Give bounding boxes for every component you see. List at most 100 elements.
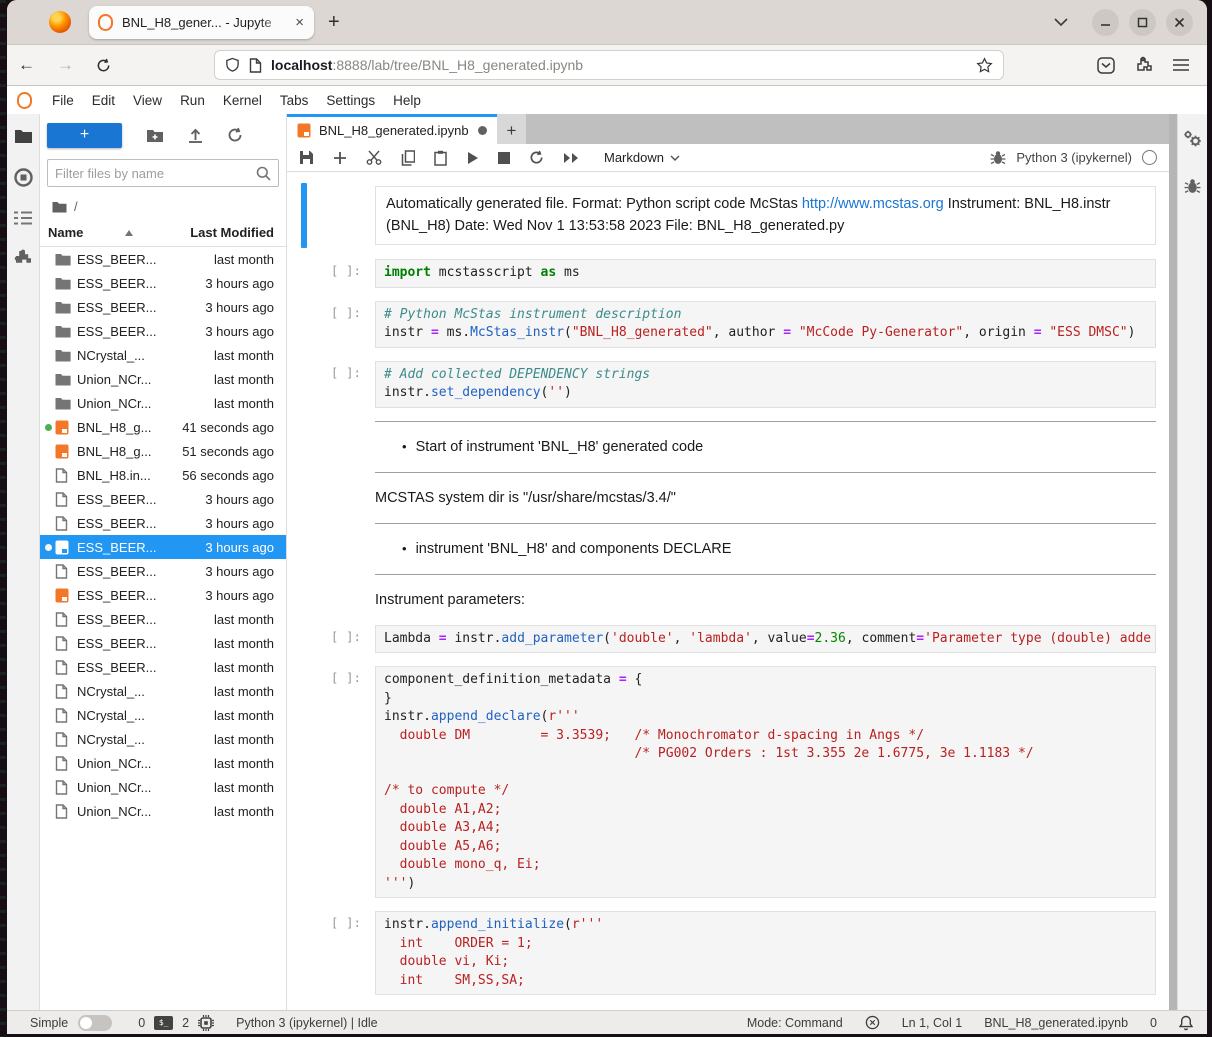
simple-mode-toggle[interactable] [78,1015,112,1031]
filter-files-box[interactable] [47,159,279,187]
mcstas-link[interactable]: http://www.mcstas.org [802,196,944,212]
file-row[interactable]: ESS_BEER...3 hours ago [40,319,286,343]
menu-settings[interactable]: Settings [317,89,384,112]
url-bar[interactable]: localhost:8888/lab/tree/BNL_H8_generated… [214,50,1004,80]
menu-file[interactable]: File [43,89,83,112]
kernel-status-icon[interactable] [1142,150,1157,165]
code-input-area[interactable]: component_definition_metadata = { } inst… [375,666,1156,898]
run-icon[interactable] [466,151,479,165]
file-row[interactable]: NCrystal_...last month [40,727,286,751]
file-row[interactable]: ESS_BEER...3 hours ago [40,487,286,511]
markdown-rendered[interactable]: MCSTAS system dir is "/usr/share/mcstas/… [375,473,1156,523]
table-of-contents-icon[interactable] [14,211,32,225]
file-row[interactable]: ESS_BEER...3 hours ago [40,535,286,559]
file-row[interactable]: ESS_BEER...3 hours ago [40,559,286,583]
maximize-button[interactable] [1129,9,1156,36]
notebook-cell-code[interactable]: [ ]:# Add collected DEPENDENCY strings i… [287,361,1169,408]
cut-icon[interactable] [366,150,382,165]
file-row[interactable]: NCrystal_...last month [40,343,286,367]
file-row[interactable]: Union_NCr...last month [40,391,286,415]
file-row[interactable]: ESS_BEER...3 hours ago [40,295,286,319]
notebook-cell-markdown[interactable]: •instrument 'BNL_H8' and components DECL… [287,523,1169,575]
filter-files-input[interactable] [55,166,256,181]
notebook-cell-markdown[interactable]: Instrument parameters: [287,575,1169,625]
extensions-icon[interactable] [1135,56,1153,74]
file-row[interactable]: BNL_H8_g...41 seconds ago [40,415,286,439]
menu-icon[interactable] [1173,59,1189,71]
save-icon[interactable] [299,150,314,165]
breadcrumb-root[interactable]: / [74,199,78,214]
back-icon[interactable]: ← [7,55,46,75]
code-input-area[interactable]: # Python McStas instrument description i… [375,301,1156,348]
tab-close-icon[interactable]: × [293,14,306,31]
file-row[interactable]: NCrystal_...last month [40,703,286,727]
file-row[interactable]: BNL_H8.in...56 seconds ago [40,463,286,487]
notebook-scrollbar[interactable] [1169,114,1177,1010]
command-mode-indicator[interactable]: Mode: Command [747,1016,843,1030]
notebook-cell-code[interactable]: [ ]:instr.append_initialize(r''' int ORD… [287,911,1169,995]
trust-shield-icon[interactable] [865,1015,880,1030]
breadcrumb[interactable]: / [40,195,286,220]
paste-icon[interactable] [434,150,447,166]
notebook-cell-code[interactable]: [ ]:import mcstasscript as ms [287,259,1169,288]
new-tab-button[interactable]: + [314,11,354,34]
menu-tabs[interactable]: Tabs [271,89,318,112]
menu-run[interactable]: Run [171,89,214,112]
file-row[interactable]: ESS_BEER...3 hours ago [40,583,286,607]
file-row[interactable]: BNL_H8_g...51 seconds ago [40,439,286,463]
add-tab-button[interactable]: + [497,114,526,144]
restart-run-all-icon[interactable] [563,152,579,164]
kernel-status-text[interactable]: Python 3 (ipykernel) | Idle [236,1016,378,1030]
home-folder-icon[interactable] [52,201,67,213]
bell-icon[interactable] [1179,1015,1193,1031]
file-row[interactable]: ESS_BEER...last month [40,247,286,271]
refresh-file-list-icon[interactable] [227,127,243,143]
file-row[interactable]: ESS_BEER...last month [40,631,286,655]
unsaved-changes-dot[interactable] [478,126,487,135]
cursor-position[interactable]: Ln 1, Col 1 [902,1016,962,1030]
file-row[interactable]: ESS_BEER...last month [40,607,286,631]
stop-icon[interactable] [498,152,510,164]
file-row[interactable]: ESS_BEER...3 hours ago [40,511,286,535]
page-info-icon[interactable] [249,58,262,73]
running-sessions-icon[interactable] [14,168,33,187]
active-cell-collapser[interactable] [301,183,307,248]
menu-edit[interactable]: Edit [83,89,124,112]
notebook-cell-code[interactable]: [ ]:component_definition_metadata = { } … [287,666,1169,898]
file-browser-icon[interactable] [14,128,33,144]
forward-icon[interactable]: → [46,55,85,75]
property-inspector-icon[interactable] [1183,130,1202,148]
close-button[interactable] [1166,9,1193,36]
debugger-bug-icon[interactable] [990,150,1006,165]
file-row[interactable]: NCrystal_...last month [40,679,286,703]
kernel-name[interactable]: Python 3 (ipykernel) [1016,150,1132,165]
file-row[interactable]: ESS_BEER...last month [40,655,286,679]
bookmark-star-icon[interactable] [976,57,993,74]
file-row[interactable]: Union_NCr...last month [40,775,286,799]
new-launcher-button[interactable]: + [47,123,122,148]
markdown-rendered[interactable]: Instrument parameters: [375,575,1156,625]
file-row[interactable]: ESS_BEER...3 hours ago [40,271,286,295]
file-row[interactable]: Union_NCr...last month [40,751,286,775]
column-last-modified[interactable]: Last Modified [190,225,274,240]
markdown-rendered-active[interactable]: Automatically generated file. Format: Py… [375,186,1156,245]
upload-icon[interactable] [188,127,203,143]
code-input-area[interactable]: # Add collected DEPENDENCY strings instr… [375,361,1156,408]
file-row[interactable]: Union_NCr...last month [40,799,286,823]
markdown-rendered[interactable]: •Start of instrument 'BNL_H8' generated … [375,421,1156,473]
code-input-area[interactable]: Lambda = instr.add_parameter('double', '… [375,625,1156,654]
reload-icon[interactable] [85,58,122,73]
extension-manager-icon[interactable] [14,249,32,267]
notebook-cell-markdown[interactable]: •Start of instrument 'BNL_H8' generated … [287,421,1169,473]
notebook-tab[interactable]: BNL_H8_generated.ipynb [287,114,497,144]
notebook-cell-markdown-active[interactable]: Automatically generated file. Format: Py… [287,186,1169,245]
debugger-panel-icon[interactable] [1184,178,1201,194]
menu-help[interactable]: Help [384,89,430,112]
code-input-area[interactable]: instr.append_initialize(r''' int ORDER =… [375,911,1156,995]
list-tabs-icon[interactable] [1054,18,1068,26]
notebook-cell-code[interactable]: [ ]:# Python McStas instrument descripti… [287,301,1169,348]
notebook-cell-markdown[interactable]: MCSTAS system dir is "/usr/share/mcstas/… [287,473,1169,523]
new-folder-icon[interactable] [146,128,164,143]
minimize-button[interactable] [1092,9,1119,36]
sessions-status[interactable]: 0 $_ 2 [138,1015,214,1031]
